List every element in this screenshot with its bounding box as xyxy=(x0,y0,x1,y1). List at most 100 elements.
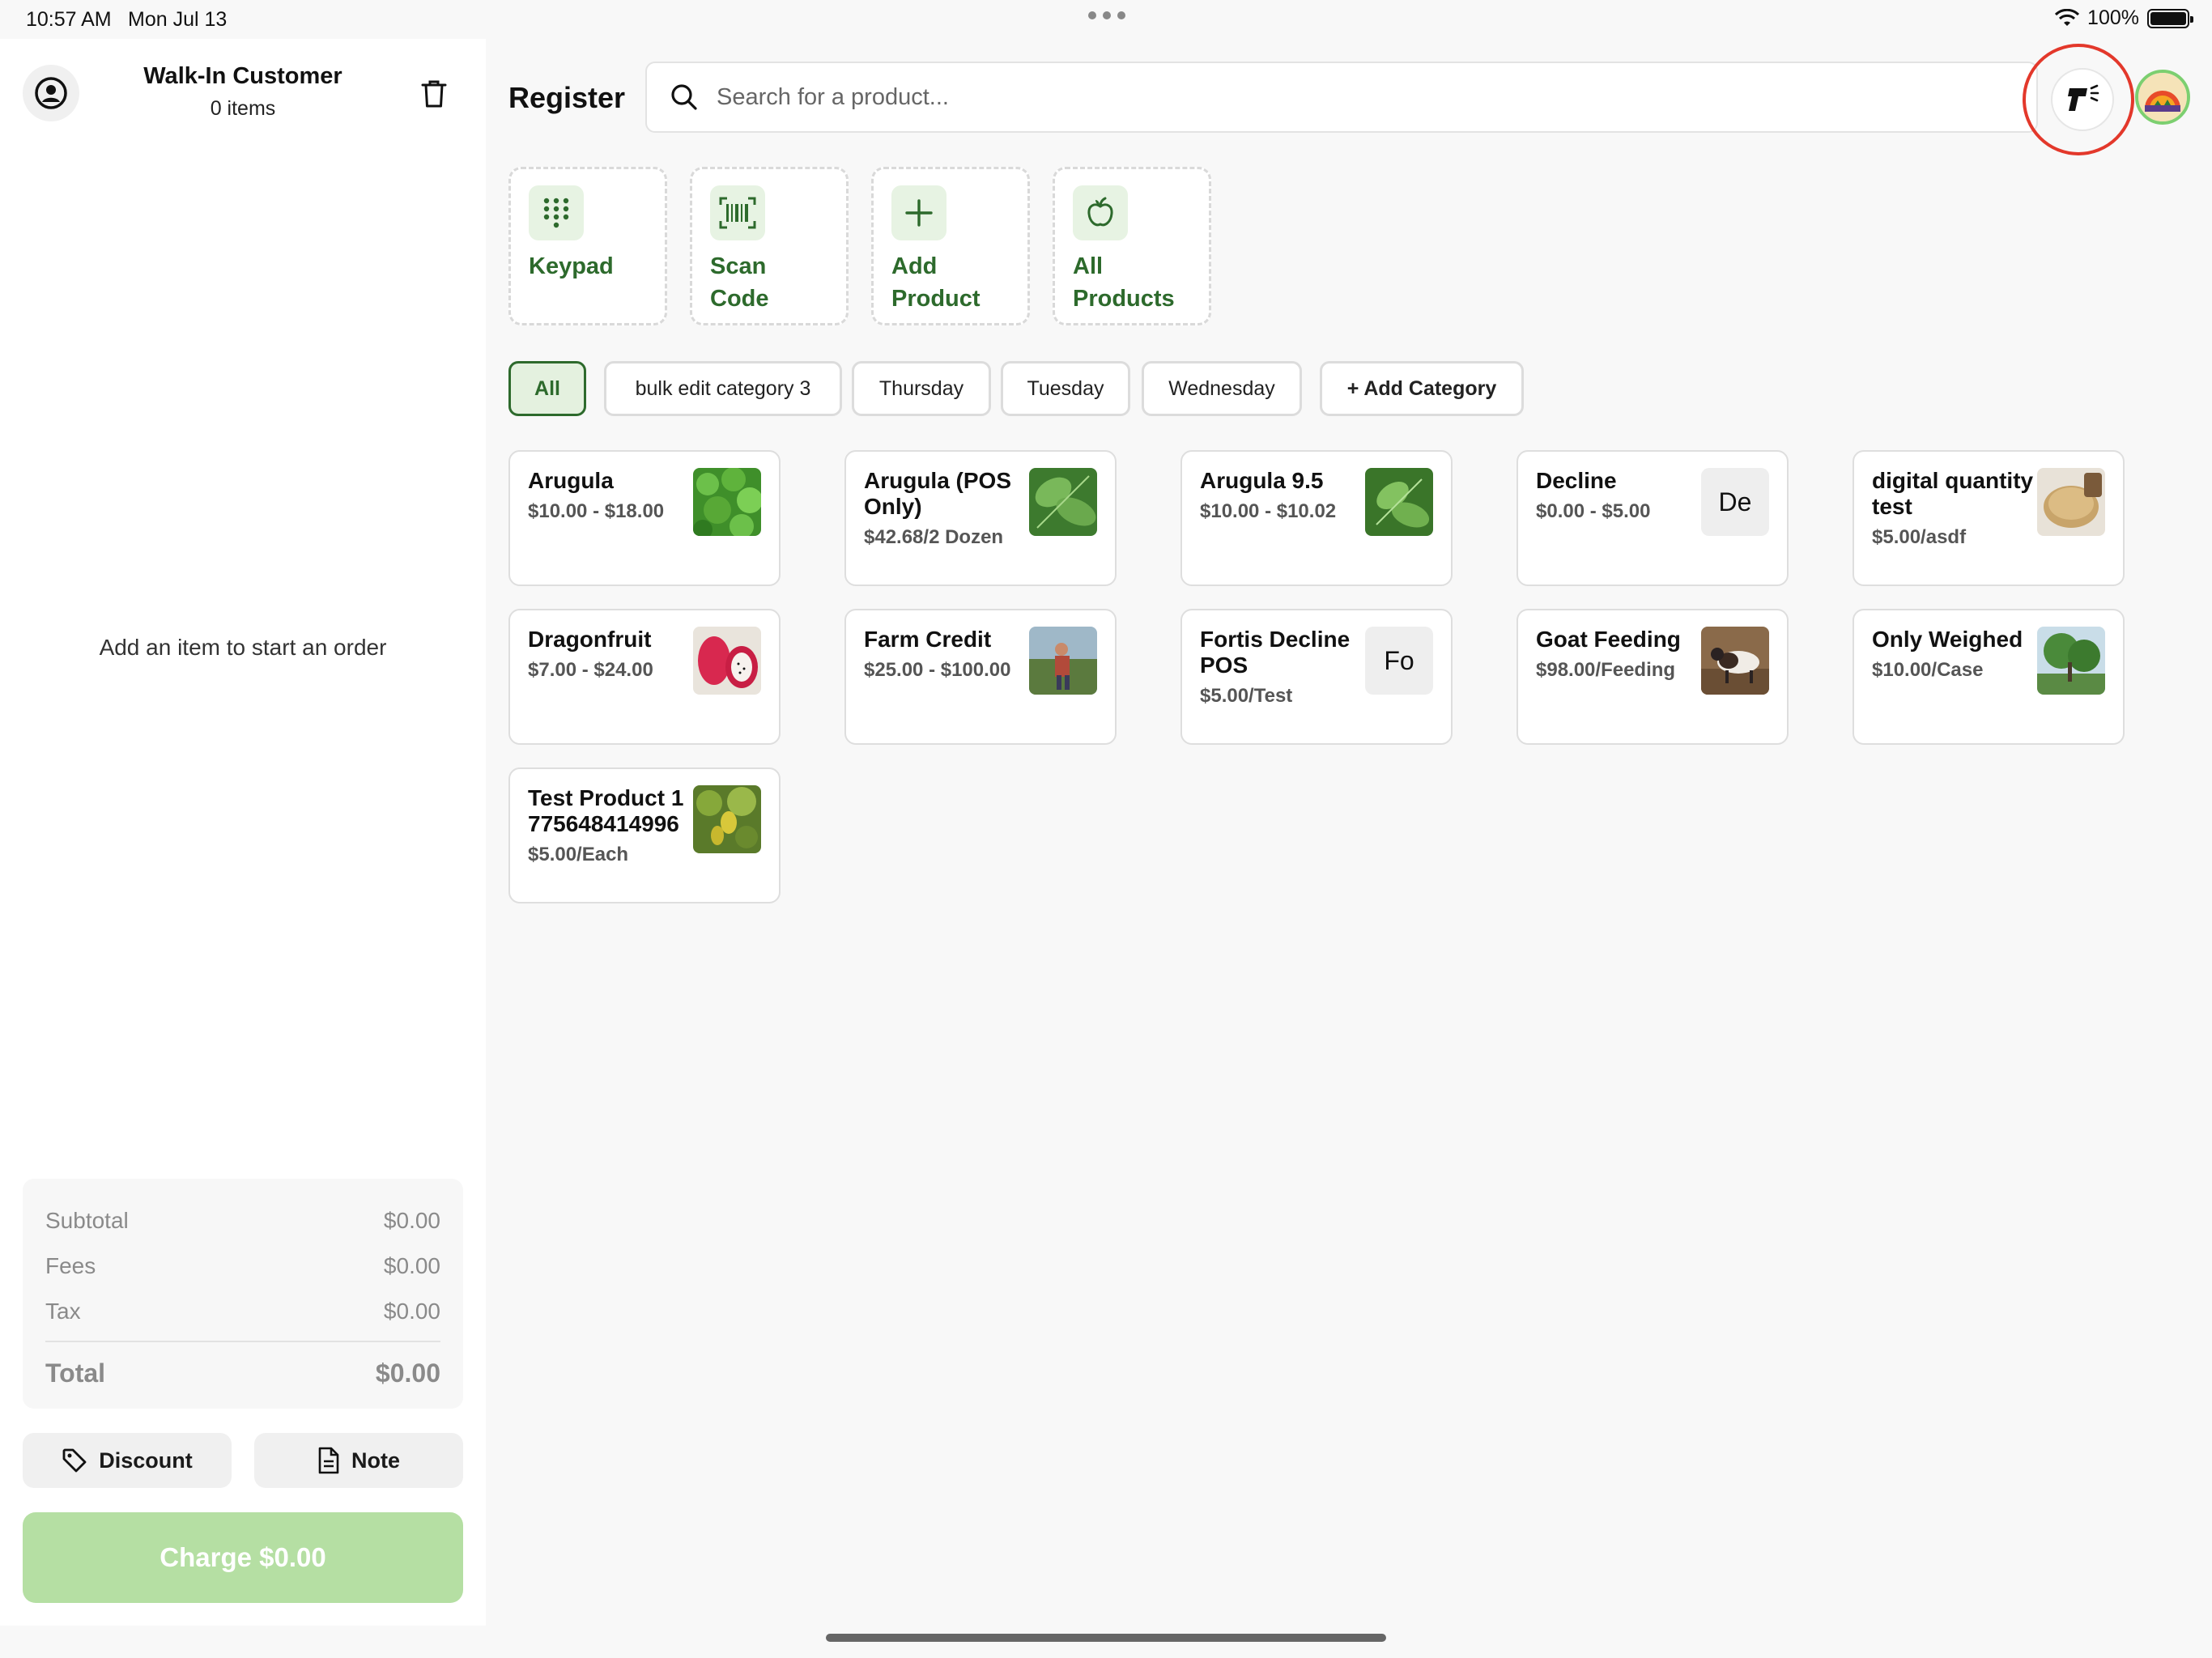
farm-logo-icon xyxy=(2138,73,2187,121)
product-initials: Fo xyxy=(1365,627,1433,695)
all-products-label-line2: Products xyxy=(1073,286,1175,312)
category-wednesday[interactable]: Wednesday xyxy=(1142,361,1302,416)
product-thumbnail-arugula-pos-only xyxy=(1029,468,1097,536)
product-card-dragonfruit[interactable]: Dragonfruit $7.00 - $24.00 xyxy=(508,609,781,745)
cart-item-count: 0 items xyxy=(210,97,276,120)
product-price: $7.00 - $24.00 xyxy=(528,659,653,681)
product-thumbnail-only-weighed xyxy=(2037,627,2105,695)
product-card-digital-quantity-test[interactable]: digital quantity test $5.00/asdf xyxy=(1853,450,2125,586)
product-initials: De xyxy=(1701,468,1769,536)
tax-row: Tax $0.00 xyxy=(45,1289,440,1334)
product-card-farm-credit[interactable]: Farm Credit $25.00 - $100.00 xyxy=(844,609,1117,745)
keypad-icon xyxy=(529,185,584,240)
all-products-label-line1: All xyxy=(1073,253,1104,279)
fees-row: Fees $0.00 xyxy=(45,1244,440,1289)
product-price: $98.00/Feeding xyxy=(1536,659,1676,681)
barcode-icon xyxy=(710,185,765,240)
scan-code-label-line2: Code xyxy=(710,286,769,312)
product-card-arugula-pos-only[interactable]: Arugula (POS Only) $42.68/2 Dozen xyxy=(844,450,1117,586)
product-card-arugula[interactable]: Arugula $10.00 - $18.00 xyxy=(508,450,781,586)
product-price: $0.00 - $5.00 xyxy=(1536,500,1651,522)
product-price: $10.00 - $18.00 xyxy=(528,500,665,522)
product-name: Farm Credit xyxy=(864,627,992,652)
product-thumbnail-farm-credit xyxy=(1029,627,1097,695)
category-all[interactable]: All xyxy=(508,361,586,416)
search-icon xyxy=(671,84,697,110)
product-name: Arugula (POS Only) xyxy=(864,468,1012,519)
product-price: $10.00/Case xyxy=(1872,659,1984,681)
discount-button[interactable]: Discount xyxy=(23,1433,232,1488)
subtotal-row: Subtotal $0.00 xyxy=(45,1198,440,1244)
profile-avatar[interactable] xyxy=(2135,70,2190,125)
customer-avatar-button[interactable] xyxy=(23,65,79,121)
note-label: Note xyxy=(351,1448,400,1473)
all-products-button[interactable]: All Products xyxy=(1053,167,1211,325)
add-product-button[interactable]: Add Product xyxy=(871,167,1030,325)
subtotal-value: $0.00 xyxy=(383,1208,440,1233)
add-product-label-line1: Add xyxy=(891,253,938,279)
search-input[interactable] xyxy=(717,83,1931,111)
customer-name[interactable]: Walk-In Customer xyxy=(81,63,405,90)
product-thumbnail-dragonfruit xyxy=(693,627,761,695)
scan-code-label-line1: Scan xyxy=(710,253,767,279)
charge-button[interactable]: Charge $0.00 xyxy=(23,1512,463,1603)
search-bar[interactable] xyxy=(645,62,2038,133)
plus-icon xyxy=(891,185,946,240)
product-name: Decline xyxy=(1536,468,1617,493)
totals-divider xyxy=(45,1341,440,1342)
product-thumbnail-test-product xyxy=(693,785,761,853)
product-thumbnail-digital-quantity-test xyxy=(2037,468,2105,536)
note-button[interactable]: Note xyxy=(254,1433,463,1488)
page-title: Register xyxy=(508,81,626,114)
scan-code-button[interactable]: Scan Code xyxy=(690,167,849,325)
product-thumbnail-arugula xyxy=(693,468,761,536)
total-value: $0.00 xyxy=(375,1358,440,1388)
product-card-only-weighed[interactable]: Only Weighed $10.00/Case xyxy=(1853,609,2125,745)
product-name: Goat Feeding xyxy=(1536,627,1681,652)
wifi-icon xyxy=(2055,8,2080,26)
product-price: $5.00/asdf xyxy=(1872,526,1967,548)
product-thumbnail-arugula-9-5 xyxy=(1365,468,1433,536)
product-price: $5.00/Each xyxy=(528,844,629,865)
product-card-fortis-decline-pos[interactable]: Fortis Decline POS $5.00/Test Fo xyxy=(1180,609,1453,745)
status-date: Mon Jul 13 xyxy=(128,8,228,31)
product-price: $42.68/2 Dozen xyxy=(864,526,1004,548)
add-category-button[interactable]: + Add Category xyxy=(1320,361,1524,416)
add-product-label-line2: Product xyxy=(891,286,981,312)
total-row: Total $0.00 xyxy=(45,1349,440,1397)
keypad-label: Keypad xyxy=(529,253,614,279)
keypad-button[interactable]: Keypad xyxy=(508,167,667,325)
product-card-decline[interactable]: Decline $0.00 - $5.00 De xyxy=(1516,450,1789,586)
status-bar: 10:57 AM Mon Jul 13 100% xyxy=(0,0,2212,39)
product-card-test-product[interactable]: Test Product 1775648414996 $5.00/Each xyxy=(508,767,781,903)
register-screen: 10:57 AM Mon Jul 13 100% Walk-In Custome… xyxy=(0,0,2212,1658)
product-card-arugula-9-5[interactable]: Arugula 9.5 $10.00 - $10.02 xyxy=(1180,450,1453,586)
barcode-scanner-icon xyxy=(2068,84,2099,111)
tag-icon xyxy=(62,1448,87,1473)
multitask-dots-icon[interactable] xyxy=(1088,11,1125,19)
document-icon xyxy=(318,1447,339,1474)
clear-cart-button[interactable] xyxy=(415,74,453,113)
home-indicator[interactable] xyxy=(826,1634,1386,1642)
product-name: Arugula xyxy=(528,468,614,493)
tax-label: Tax xyxy=(45,1299,81,1324)
product-card-goat-feeding[interactable]: Goat Feeding $98.00/Feeding xyxy=(1516,609,1789,745)
product-name: Dragonfruit xyxy=(528,627,652,652)
battery-icon xyxy=(2147,8,2193,28)
subtotal-label: Subtotal xyxy=(45,1208,129,1233)
product-name: Only Weighed xyxy=(1872,627,2023,652)
battery-percent: 100% xyxy=(2087,6,2139,29)
product-price: $25.00 - $100.00 xyxy=(864,659,1011,681)
barcode-scanner-button[interactable] xyxy=(2051,68,2114,131)
status-right: 100% xyxy=(2055,6,2193,30)
category-bulk-edit-category-3[interactable]: bulk edit category 3 xyxy=(604,361,842,416)
category-thursday[interactable]: Thursday xyxy=(852,361,991,416)
product-price: $10.00 - $10.02 xyxy=(1200,500,1337,522)
fees-label: Fees xyxy=(45,1253,96,1278)
category-tuesday[interactable]: Tuesday xyxy=(1001,361,1130,416)
apple-icon xyxy=(1073,185,1128,240)
product-thumbnail-goat-feeding xyxy=(1701,627,1769,695)
discount-label: Discount xyxy=(99,1448,193,1473)
status-time: 10:57 AM xyxy=(26,8,112,31)
user-circle-icon xyxy=(35,77,67,109)
